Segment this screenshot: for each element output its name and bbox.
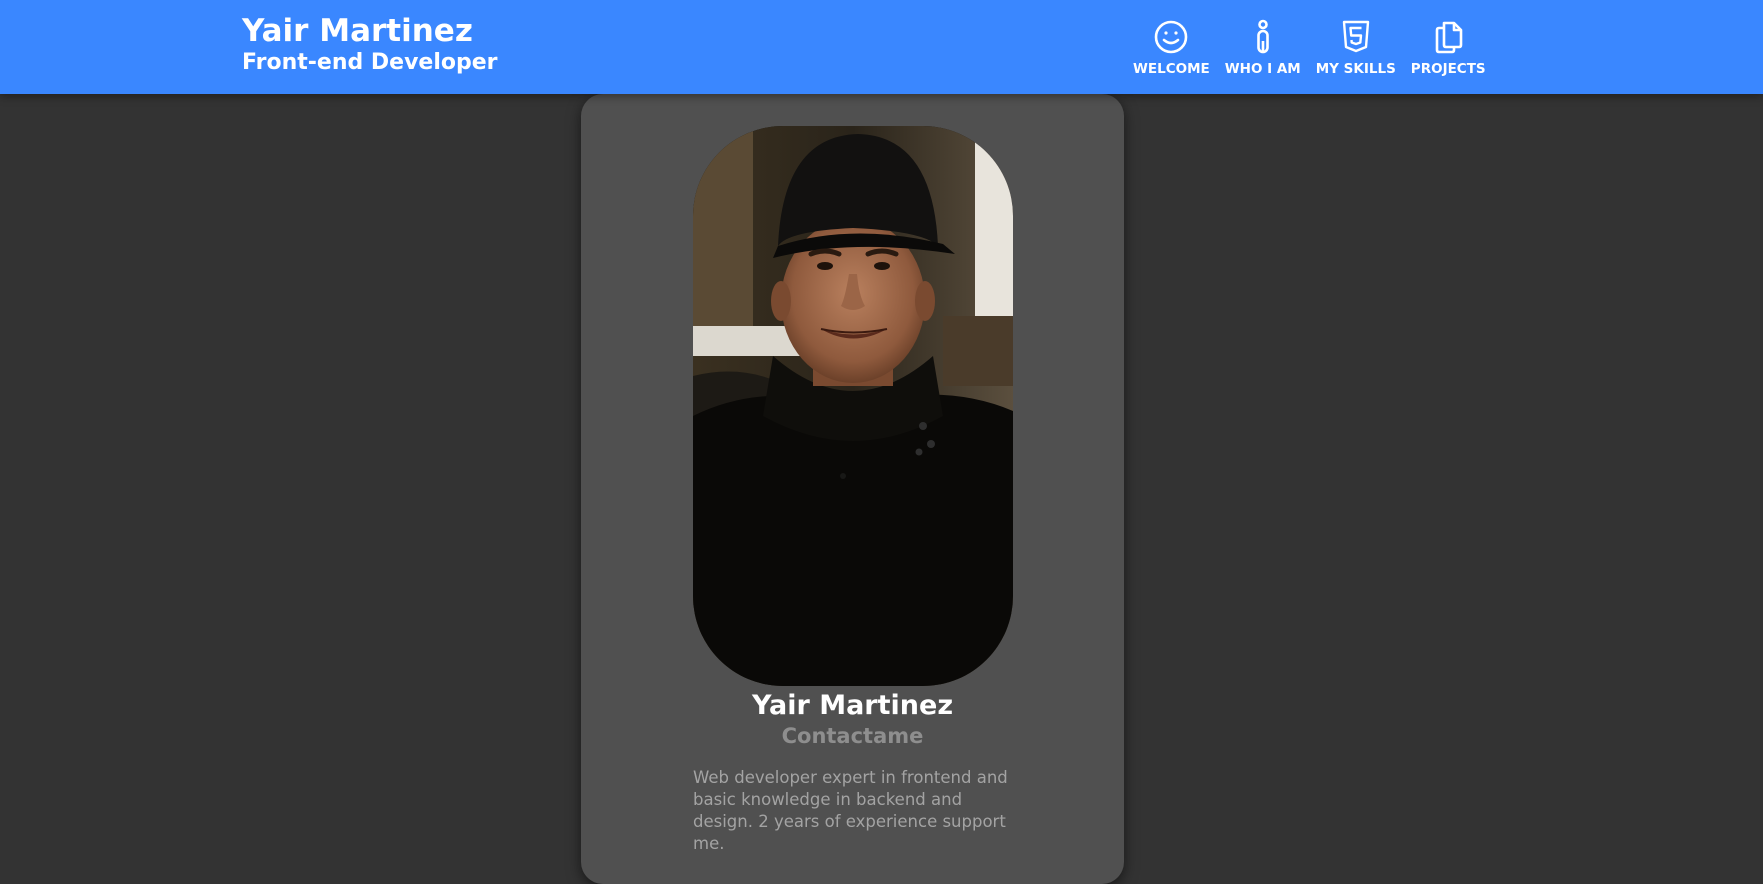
copy-files-icon	[1430, 19, 1466, 55]
smiley-face-icon	[1153, 19, 1189, 55]
brand: Yair Martinez Front-end Developer	[242, 12, 498, 76]
profile-name: Yair Martinez	[751, 690, 954, 721]
profile-photo	[693, 126, 1013, 686]
nav-item-projects[interactable]: PROJECTS	[1411, 19, 1486, 77]
nav-label-my-skills: MY SKILLS	[1315, 61, 1396, 77]
site-owner-name: Yair Martinez	[242, 13, 473, 49]
nav-label-who-i-am: WHO I AM	[1224, 61, 1301, 77]
nav-item-my-skills[interactable]: MY SKILLS	[1316, 19, 1396, 77]
nav-item-welcome[interactable]: WELCOME	[1133, 19, 1210, 77]
contact-link[interactable]: Contactame	[581, 724, 1124, 748]
main-nav: WELCOME WHO I AM MY SKILLS PROJECTS	[1133, 19, 1501, 77]
nav-item-who-i-am[interactable]: WHO I AM	[1225, 19, 1301, 77]
top-header: Yair Martinez Front-end Developer WELCOM…	[0, 0, 1763, 94]
person-icon	[1245, 19, 1281, 55]
site-owner-role: Front-end Developer	[242, 50, 498, 75]
nav-label-welcome: WELCOME	[1133, 61, 1210, 77]
html5-icon	[1338, 19, 1374, 55]
nav-label-projects: PROJECTS	[1410, 61, 1486, 77]
profile-bio: Web developer expert in frontend and bas…	[693, 767, 1008, 853]
profile-card: Yair Martinez Contactame Web developer e…	[581, 94, 1124, 884]
